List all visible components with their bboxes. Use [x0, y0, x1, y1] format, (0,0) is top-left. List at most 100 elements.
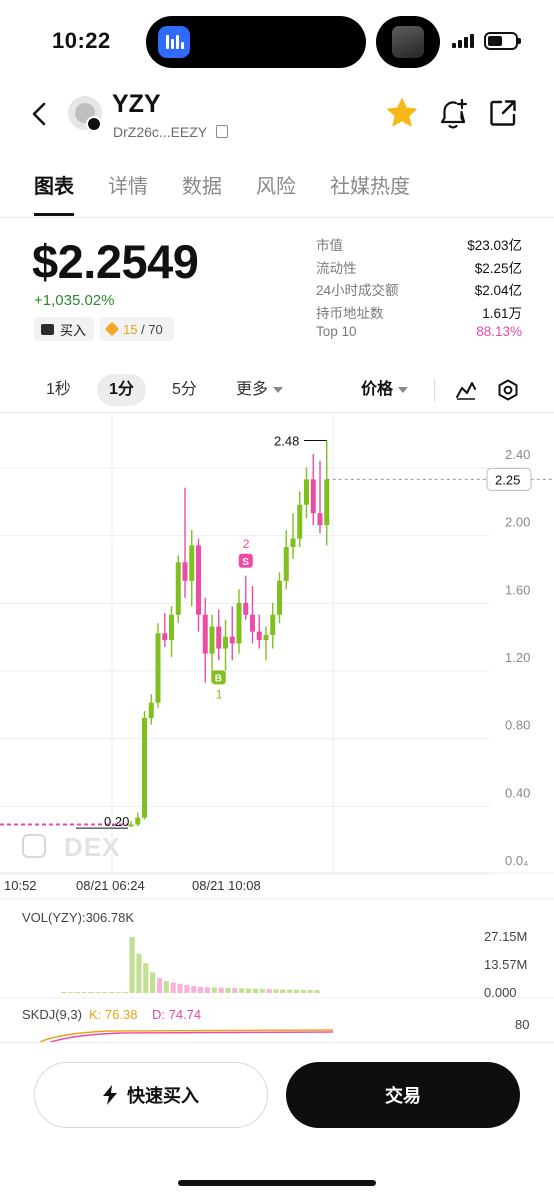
tab-details[interactable]: 详情	[108, 170, 148, 210]
watermark: DEX	[64, 832, 121, 862]
bottom-divider	[0, 1042, 554, 1043]
time-axis-label: 08/21 06:24	[76, 878, 145, 893]
contract-address: DrZ26c...EEZY	[113, 124, 208, 140]
security-score-badge[interactable]: 15 / 70	[100, 317, 174, 341]
volume-bar	[198, 986, 204, 993]
score-total: / 70	[141, 321, 163, 337]
stat-label: Top 10	[316, 324, 357, 339]
candle-body	[250, 614, 255, 632]
indicator-d-value: D: 74.74	[152, 1007, 201, 1022]
candle-body	[263, 635, 269, 641]
stat-row: 流动性 $2.25亿	[316, 257, 522, 280]
back-arrow-icon[interactable]	[28, 100, 52, 128]
wallet-icon	[41, 323, 54, 335]
market-stats: 市值 $23.03亿 流动性 $2.25亿 24小时成交额 $2.04亿 持币地址数 1…	[316, 234, 522, 347]
price-tick-label: 0.80	[505, 718, 530, 733]
sell-marker-number: 2	[243, 537, 250, 551]
dynamic-island[interactable]	[146, 16, 366, 68]
volume-bar	[232, 988, 238, 993]
buy-tag[interactable]: 买入	[34, 317, 94, 341]
price-alert-bell-icon[interactable]	[436, 97, 470, 131]
volume-bar	[191, 985, 197, 993]
volume-bar	[150, 972, 156, 993]
candle-body	[175, 562, 181, 615]
solana-chain-icon	[86, 116, 102, 132]
media-thumbnail-icon	[392, 26, 424, 58]
chart-grid	[0, 413, 554, 900]
stat-value: $2.04亿	[474, 283, 522, 298]
indicator-icon[interactable]	[455, 380, 477, 400]
candle-body	[189, 545, 195, 581]
interval-more[interactable]: 更多	[236, 374, 284, 406]
volume-bar	[273, 989, 279, 993]
interval-5m[interactable]: 5分	[172, 374, 197, 406]
volume-bar	[95, 992, 101, 993]
candle-body	[304, 479, 309, 505]
chevron-down-icon	[273, 386, 284, 393]
media-island[interactable]	[376, 16, 440, 68]
volume-bar	[287, 989, 293, 993]
favorite-star-icon[interactable]	[386, 97, 418, 129]
price-tick-label: 2.40	[505, 447, 530, 462]
volume-bar	[156, 978, 163, 993]
candle-body	[155, 633, 161, 703]
price-mode-label: 价格	[361, 381, 394, 398]
price-tick-label: 1.20	[505, 650, 530, 665]
tab-data[interactable]: 数据	[182, 170, 222, 210]
volume-bar	[122, 991, 128, 993]
stat-value: $2.25亿	[474, 260, 522, 276]
volume-bar	[88, 992, 94, 993]
volume-bar	[136, 953, 142, 993]
volume-bar	[177, 983, 183, 993]
indicator-name: SKDJ(9,3)	[22, 1007, 82, 1022]
stat-label: 流动性	[316, 260, 357, 276]
volume-bar	[239, 988, 245, 993]
candle-body	[310, 479, 316, 514]
indicator-k-value: K: 76.38	[89, 1007, 137, 1022]
volume-bar	[115, 992, 121, 993]
candle-body	[196, 545, 201, 615]
trade-button[interactable]: 交易	[286, 1062, 520, 1128]
buy-marker-number: 1	[216, 687, 223, 701]
volume-bar	[314, 990, 320, 993]
interval-1s[interactable]: 1秒	[46, 374, 71, 406]
price-mode-selector[interactable]: 价格	[361, 374, 409, 406]
volume-bar	[81, 992, 87, 993]
candle-body	[283, 547, 289, 581]
volume-bar	[280, 989, 286, 993]
share-icon[interactable]	[488, 98, 518, 128]
tab-chart[interactable]: 图表	[34, 170, 74, 216]
home-indicator	[178, 1180, 376, 1186]
volume-bar	[102, 992, 108, 993]
indicator-tick-label: 80	[515, 1017, 529, 1032]
sell-marker-letter: S	[242, 557, 249, 568]
stat-label: 市值	[316, 238, 343, 253]
price-tick-label: 0.40	[505, 785, 530, 800]
buy-tag-label: 买入	[60, 322, 87, 338]
candlestick-chart[interactable]: B 1 2 S 2.40 2.00 1.60 1.20 0.80 0.40 0.0₄ 2.48 0.2…	[0, 413, 554, 1043]
app-activity-icon	[158, 26, 190, 58]
interval-1m[interactable]: 1分	[97, 374, 146, 406]
low-price-label: 0.20	[104, 814, 129, 829]
volume-tick-label: 13.57M	[484, 957, 527, 972]
volume-bar	[170, 982, 176, 993]
volume-tick-label: 27.15M	[484, 929, 527, 944]
candle-body	[216, 626, 222, 649]
volume-bar	[252, 988, 258, 993]
volume-bar	[67, 992, 74, 993]
volume-bar	[245, 988, 252, 993]
volume-bar	[108, 992, 115, 993]
candle-body	[169, 614, 174, 641]
tab-social[interactable]: 社媒热度	[330, 170, 410, 210]
stat-label: 持币地址数	[316, 305, 384, 321]
tab-risk[interactable]: 风险	[256, 170, 296, 210]
token-symbol: YZY	[112, 90, 161, 118]
quick-buy-button[interactable]: 快速买入	[34, 1062, 268, 1128]
chart-settings-gear-icon[interactable]	[497, 379, 519, 401]
signal-icon	[452, 34, 478, 48]
volume-bar	[225, 987, 231, 993]
toolbar-divider	[434, 378, 435, 402]
stat-value: $23.03亿	[467, 238, 522, 253]
price-tick-label: 1.60	[505, 582, 530, 597]
copy-icon[interactable]	[216, 125, 228, 138]
